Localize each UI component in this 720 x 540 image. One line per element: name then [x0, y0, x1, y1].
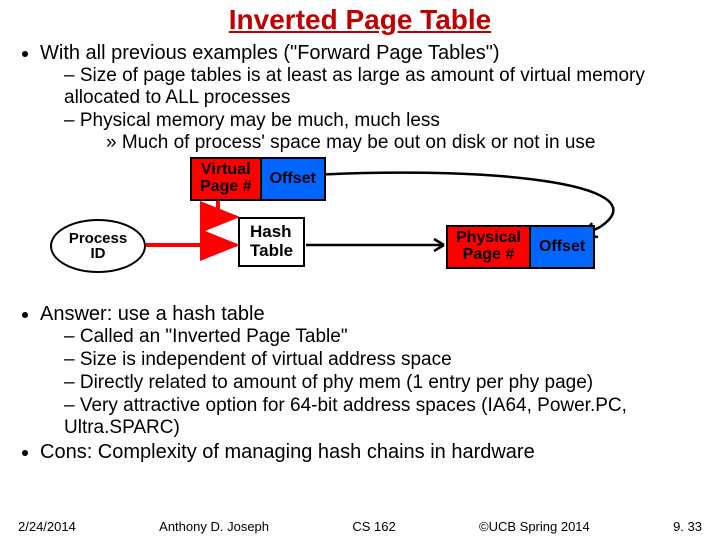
virtual-page-cell: Virtual Page #: [192, 159, 262, 199]
bullet-l2: Size is independent of virtual address s…: [64, 349, 702, 371]
bullet-sublist: Size of page tables is at least as large…: [40, 65, 702, 153]
bullet-text: With all previous examples ("Forward Pag…: [40, 42, 500, 64]
process-id-label: Process ID: [69, 231, 127, 263]
bullet-l1: Answer: use a hash table Called an "Inve…: [40, 303, 702, 438]
bullet-l2: Called an "Inverted Page Table": [64, 326, 702, 348]
bullet-text: Physical memory may be much, much less: [80, 110, 440, 131]
footer-author: Anthony D. Joseph: [159, 519, 269, 534]
footer-page: 9. 33: [673, 519, 702, 534]
physical-address-box: Physical Page # Offset: [446, 225, 595, 269]
offset-cell: Offset: [262, 159, 324, 199]
diagram: Process ID Virtual Page # Offset Hash Ta…: [40, 157, 680, 297]
footer: 2/24/2014 Anthony D. Joseph CS 162 ©UCB …: [0, 519, 720, 534]
bullet-l1: With all previous examples ("Forward Pag…: [40, 42, 702, 153]
footer-course: CS 162: [352, 519, 395, 534]
slide-title: Inverted Page Table: [18, 4, 702, 36]
bullet-l2: Size of page tables is at least as large…: [64, 65, 702, 109]
process-id-node: Process ID: [50, 219, 146, 273]
bullet-text: Answer: use a hash table: [40, 303, 265, 325]
footer-date: 2/24/2014: [18, 519, 76, 534]
bullet-l3: Much of process' space may be out on dis…: [106, 132, 702, 154]
bullet-list-bottom: Answer: use a hash table Called an "Inve…: [18, 303, 702, 463]
bullet-sublist: Called an "Inverted Page Table" Size is …: [40, 326, 702, 438]
physical-page-cell: Physical Page #: [448, 227, 531, 267]
bullet-l2: Directly related to amount of phy mem (1…: [64, 372, 702, 394]
bullet-l2: Physical memory may be much, much less M…: [64, 110, 702, 154]
bullet-l2: Very attractive option for 64-bit addres…: [64, 395, 702, 439]
footer-copyright: ©UCB Spring 2014: [479, 519, 590, 534]
bullet-sub-sublist: Much of process' space may be out on dis…: [64, 132, 702, 154]
slide: Inverted Page Table With all previous ex…: [0, 0, 720, 540]
virtual-address-box: Virtual Page # Offset: [190, 157, 326, 201]
bullet-list-top: With all previous examples ("Forward Pag…: [18, 42, 702, 153]
bullet-l1: Cons: Complexity of managing hash chains…: [40, 441, 702, 464]
offset-cell-2: Offset: [531, 227, 593, 267]
hash-table-box: Hash Table: [238, 217, 305, 266]
